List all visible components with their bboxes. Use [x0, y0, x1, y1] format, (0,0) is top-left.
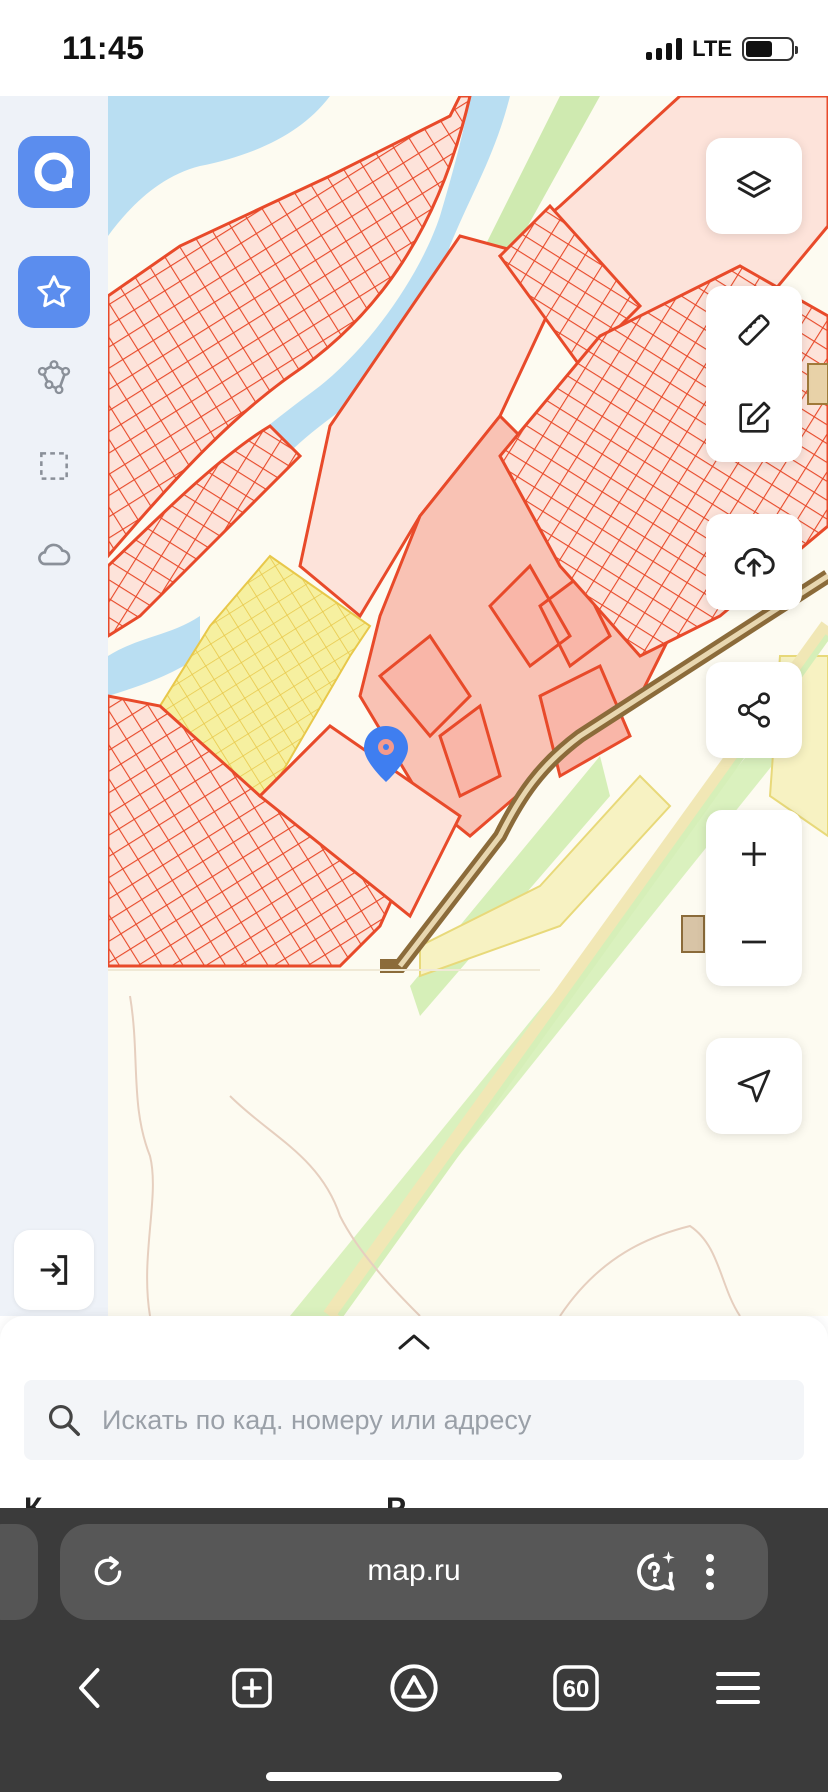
battery-icon [742, 37, 798, 61]
assistant-button[interactable] [628, 1548, 684, 1596]
app-logo-button[interactable] [18, 136, 90, 208]
new-tab-button[interactable] [212, 1648, 292, 1728]
app-logo-icon [34, 152, 74, 192]
hamburger-menu-icon [716, 1672, 760, 1704]
layers-button[interactable] [706, 138, 802, 234]
back-arrow-icon [79, 1668, 100, 1708]
zoom-out-icon [742, 940, 766, 944]
cloud-button[interactable] [18, 518, 90, 590]
upload-button[interactable] [706, 514, 802, 610]
search-input[interactable] [102, 1404, 762, 1436]
status-bar: 11:45 LTE [0, 0, 828, 96]
zoom-control [706, 810, 802, 986]
alice-icon [390, 1664, 438, 1712]
cadastral-map[interactable] [0, 96, 828, 1316]
signal-icon [646, 38, 683, 60]
address-bar[interactable]: map.ru [60, 1524, 768, 1620]
upload-control [706, 514, 802, 610]
search-icon [42, 1398, 86, 1442]
share-button[interactable] [706, 662, 802, 758]
cloud-icon [38, 543, 71, 566]
locate-button[interactable] [706, 1038, 802, 1134]
upload-icon [734, 547, 775, 577]
tabs-count: 60 [563, 1676, 590, 1703]
share-control [706, 662, 802, 758]
select-area-button[interactable] [18, 430, 90, 502]
browser-nav-row: 60 [0, 1648, 828, 1728]
back-button[interactable] [50, 1648, 130, 1728]
building [681, 915, 705, 953]
locate-control [706, 1038, 802, 1134]
previous-tab-stub[interactable] [0, 1524, 38, 1620]
star-icon [37, 275, 71, 308]
edit-icon [739, 401, 771, 433]
status-time: 11:45 [62, 30, 145, 66]
more-menu-button[interactable] [694, 1548, 726, 1596]
alice-button[interactable] [374, 1648, 454, 1728]
plus-square-icon [232, 1668, 272, 1708]
assistant-icon [637, 1551, 675, 1591]
ruler-icon [738, 314, 770, 346]
tools-control [706, 286, 802, 462]
left-sidebar [0, 96, 108, 1316]
bottom-sheet: К Р [0, 1316, 828, 1510]
search-bar[interactable] [24, 1380, 804, 1460]
ruler-button[interactable] [706, 286, 802, 374]
login-button[interactable] [14, 1230, 94, 1310]
selection-icon [40, 452, 68, 480]
locate-icon [737, 1069, 771, 1103]
chevron-up-icon[interactable] [396, 1330, 432, 1354]
edit-button[interactable] [706, 374, 802, 462]
home-indicator[interactable] [266, 1772, 562, 1781]
status-indicators: LTE [646, 36, 798, 62]
zoom-in-icon [742, 842, 766, 866]
login-icon [40, 1255, 68, 1285]
layers-control [706, 138, 802, 234]
zoom-in-button[interactable] [706, 810, 802, 898]
favorites-button[interactable] [18, 256, 90, 328]
menu-button[interactable] [698, 1648, 778, 1728]
draw-polygon-button[interactable] [18, 342, 90, 414]
more-vertical-icon [706, 1554, 714, 1590]
network-type: LTE [692, 36, 732, 61]
tabs-counter-icon: 60 [553, 1665, 599, 1711]
tabs-button[interactable]: 60 [536, 1648, 616, 1728]
browser-toolbar: map.ru 60 [0, 1508, 828, 1792]
map-canvas[interactable] [0, 96, 828, 1316]
polygon-icon [37, 360, 71, 395]
zoom-out-button[interactable] [706, 898, 802, 986]
layers-icon [736, 170, 772, 198]
share-icon [738, 692, 770, 728]
